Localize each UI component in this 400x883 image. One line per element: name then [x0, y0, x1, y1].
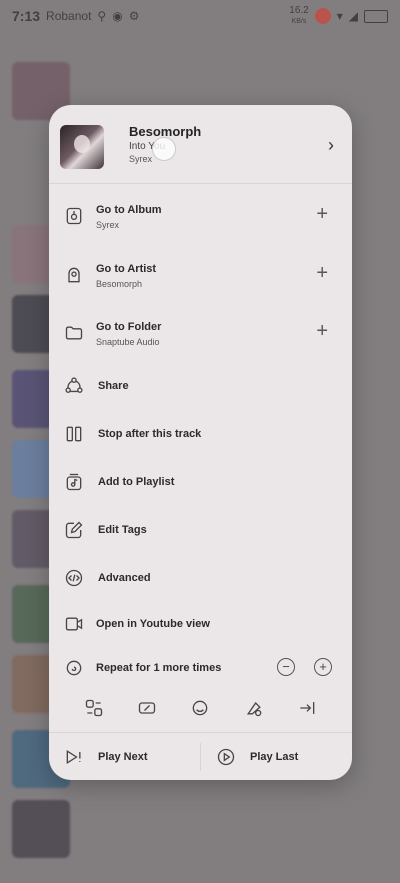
youtube-view-icon	[63, 613, 85, 635]
menu-item-sublabel: Syrex	[96, 220, 120, 230]
menu-item-label: Advanced	[98, 572, 151, 584]
artist-icon	[63, 264, 85, 286]
menu-item-add-to-playlist[interactable]: Add to Playlist	[49, 461, 352, 505]
playlist-add-icon	[63, 471, 85, 493]
menu-item-label: Go to Artist	[96, 263, 157, 275]
track-options-menu: Besomorph Into You Syrex › Go to Album S…	[49, 105, 352, 780]
menu-item-go-to-artist[interactable]: Go to Artist Besomorph +	[49, 254, 352, 298]
chevron-right-icon[interactable]: ›	[328, 135, 334, 156]
menu-item-go-to-folder[interactable]: Go to Folder Snaptube Audio +	[49, 312, 352, 356]
delete-icon[interactable]	[244, 698, 264, 723]
exit-icon[interactable]	[297, 698, 317, 723]
track-album: Syrex	[129, 154, 153, 164]
menu-item-label: Add to Playlist	[98, 476, 175, 488]
menu-item-sublabel: Snaptube Audio	[96, 337, 160, 347]
play-last-button[interactable]: Play Last	[201, 733, 352, 780]
stop-after-icon	[63, 423, 85, 445]
edit-tags-icon	[63, 519, 85, 541]
menu-item-open-youtube-view[interactable]: Open in Youtube view	[49, 603, 352, 647]
folder-icon	[63, 322, 85, 344]
play-last-icon	[215, 746, 237, 768]
quick-actions-row	[49, 690, 352, 730]
add-icon[interactable]: +	[316, 203, 328, 225]
play-next-button[interactable]: Play Next	[49, 733, 200, 780]
advanced-icon	[63, 567, 85, 589]
touch-ripple	[152, 137, 176, 161]
lyrics-icon[interactable]	[190, 698, 210, 723]
equalizer-icon[interactable]	[84, 698, 104, 723]
track-header[interactable]: Besomorph Into You Syrex ›	[49, 105, 352, 184]
play-actions: Play Next Play Last	[49, 732, 352, 780]
menu-item-label: Go to Album	[96, 204, 162, 216]
menu-item-go-to-album[interactable]: Go to Album Syrex +	[49, 195, 352, 239]
menu-item-label: Repeat for 1 more times	[96, 662, 222, 674]
share-icon	[63, 375, 85, 397]
add-icon[interactable]: +	[316, 262, 328, 284]
menu-item-label: Share	[98, 380, 129, 392]
menu-item-label: Open in Youtube view	[96, 618, 210, 630]
ringtone-icon[interactable]	[137, 698, 157, 723]
menu-item-stop-after-track[interactable]: Stop after this track	[49, 413, 352, 457]
album-icon	[63, 205, 85, 227]
menu-item-share[interactable]: Share	[49, 365, 352, 409]
play-next-icon	[63, 746, 85, 768]
play-last-label: Play Last	[250, 751, 299, 763]
menu-item-label: Stop after this track	[98, 428, 202, 440]
menu-item-edit-tags[interactable]: Edit Tags	[49, 509, 352, 553]
menu-item-label: Edit Tags	[98, 524, 147, 536]
menu-item-advanced[interactable]: Advanced	[49, 557, 352, 601]
menu-item-label: Go to Folder	[96, 321, 162, 333]
repeat-icon	[63, 657, 85, 679]
play-next-label: Play Next	[98, 751, 148, 763]
album-art	[60, 125, 104, 169]
menu-item-repeat[interactable]: Repeat for 1 more times − +	[49, 647, 352, 691]
repeat-decrease-button[interactable]: −	[277, 658, 295, 676]
add-icon[interactable]: +	[316, 320, 328, 342]
menu-item-sublabel: Besomorph	[96, 279, 143, 289]
repeat-increase-button[interactable]: +	[314, 658, 332, 676]
